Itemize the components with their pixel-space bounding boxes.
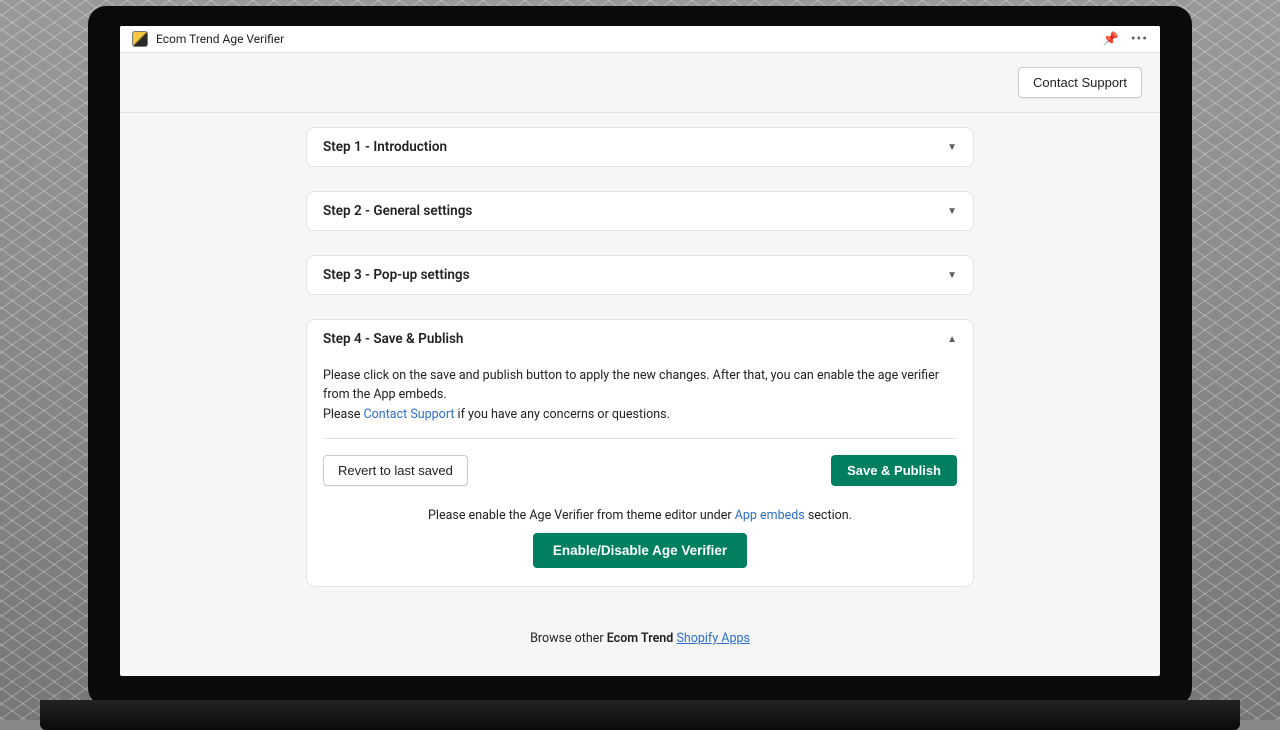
app-screen: Ecom Trend Age Verifier 📌 ••• Contact Su… xyxy=(120,26,1160,676)
step4-accordion: Step 4 - Save & Publish ▲ Please click o… xyxy=(306,319,974,587)
step2-title: Step 2 - General settings xyxy=(323,203,472,219)
step4-title: Step 4 - Save & Publish xyxy=(323,331,463,347)
step4-actions: Revert to last saved Save & Publish xyxy=(323,455,957,486)
enable-text-pre: Please enable the Age Verifier from them… xyxy=(428,508,735,523)
step2-header[interactable]: Step 2 - General settings ▼ xyxy=(307,192,973,230)
titlebar: Ecom Trend Age Verifier 📌 ••• xyxy=(120,26,1160,53)
pin-icon[interactable]: 📌 xyxy=(1103,32,1119,47)
app-icon xyxy=(132,31,148,47)
container: Step 1 - Introduction ▼ Step 2 - General… xyxy=(306,127,974,666)
footer-pre: Browse other xyxy=(530,631,607,646)
step1-accordion: Step 1 - Introduction ▼ xyxy=(306,127,974,167)
toolbar: Contact Support xyxy=(120,53,1160,113)
enable-disable-button[interactable]: Enable/Disable Age Verifier xyxy=(533,533,747,568)
caret-up-icon: ▲ xyxy=(947,334,957,345)
step4-description: Please click on the save and publish but… xyxy=(323,358,957,438)
save-publish-button[interactable]: Save & Publish xyxy=(831,455,957,486)
step4-body: Please click on the save and publish but… xyxy=(307,358,973,586)
footer: Browse other Ecom Trend Shopify Apps xyxy=(306,611,974,666)
titlebar-actions: 📌 ••• xyxy=(1103,31,1148,47)
app-title: Ecom Trend Age Verifier xyxy=(156,32,1103,46)
enable-section: Please enable the Age Verifier from them… xyxy=(323,508,957,568)
step2-accordion: Step 2 - General settings ▼ xyxy=(306,191,974,231)
contact-support-button[interactable]: Contact Support xyxy=(1018,67,1142,98)
contact-support-link[interactable]: Contact Support xyxy=(364,407,455,422)
caret-down-icon: ▼ xyxy=(947,142,957,153)
caret-down-icon: ▼ xyxy=(947,270,957,281)
step1-title: Step 1 - Introduction xyxy=(323,139,447,155)
enable-hint: Please enable the Age Verifier from them… xyxy=(323,508,957,523)
content-area: Step 1 - Introduction ▼ Step 2 - General… xyxy=(120,113,1160,676)
revert-button[interactable]: Revert to last saved xyxy=(323,455,468,486)
laptop-base xyxy=(40,700,1240,730)
step4-body-line1: Please click on the save and publish but… xyxy=(323,368,939,402)
divider xyxy=(323,438,957,439)
caret-down-icon: ▼ xyxy=(947,206,957,217)
step3-header[interactable]: Step 3 - Pop-up settings ▼ xyxy=(307,256,973,294)
step4-body-please: Please xyxy=(323,407,364,422)
step3-accordion: Step 3 - Pop-up settings ▼ xyxy=(306,255,974,295)
more-menu-icon[interactable]: ••• xyxy=(1131,31,1148,47)
step1-header[interactable]: Step 1 - Introduction ▼ xyxy=(307,128,973,166)
step4-body-after: if you have any concerns or questions. xyxy=(454,407,669,422)
step3-title: Step 3 - Pop-up settings xyxy=(323,267,470,283)
step4-header[interactable]: Step 4 - Save & Publish ▲ xyxy=(307,320,973,358)
enable-text-post: section. xyxy=(805,508,852,523)
laptop-frame: Ecom Trend Age Verifier 📌 ••• Contact Su… xyxy=(88,6,1192,706)
footer-brand: Ecom Trend xyxy=(607,631,674,646)
shopify-apps-link[interactable]: Shopify Apps xyxy=(676,631,750,646)
app-embeds-link[interactable]: App embeds xyxy=(735,508,805,523)
